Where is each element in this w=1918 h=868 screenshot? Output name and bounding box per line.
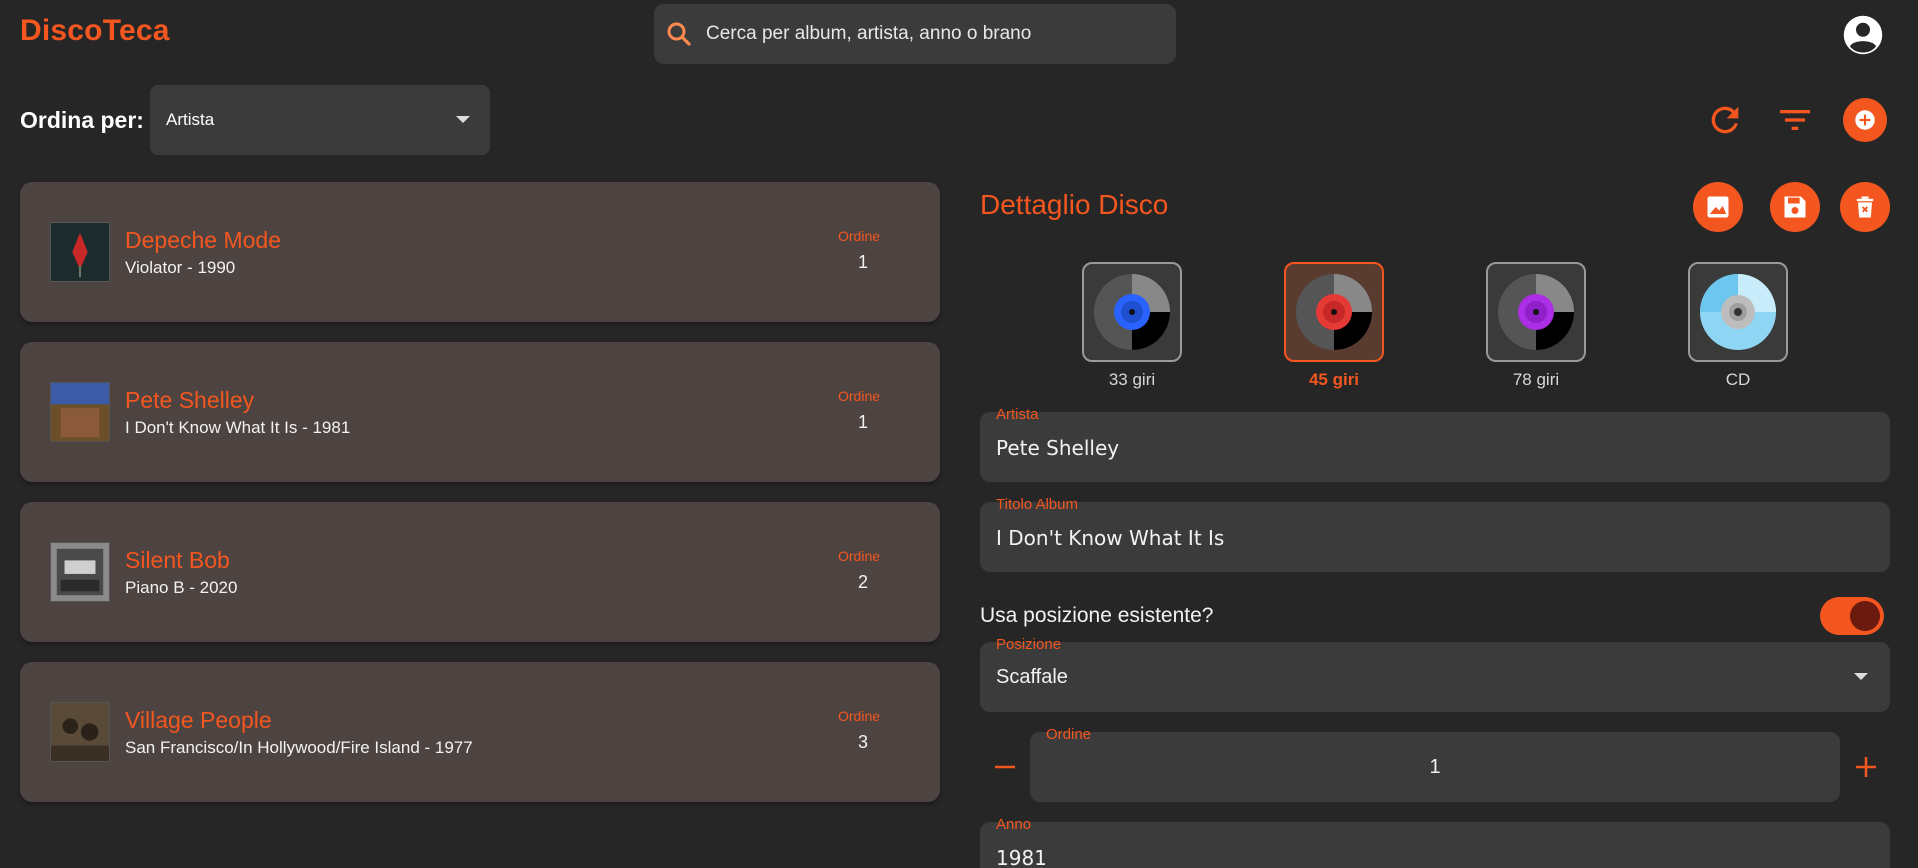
position-select-value: Scaffale	[996, 666, 1068, 688]
list-item-artist: Village People	[125, 707, 272, 733]
vinyl-icon	[1498, 274, 1574, 350]
album-cover	[50, 382, 110, 442]
format-label: 78 giri	[1512, 370, 1560, 389]
image-icon	[1707, 196, 1729, 218]
existing-position-toggle[interactable]	[1820, 597, 1884, 635]
add-record-button[interactable]	[1843, 98, 1887, 142]
save-button[interactable]	[1770, 182, 1820, 232]
year-field-value[interactable]: 1981	[996, 846, 1047, 868]
order-stepper-label: Ordine	[1046, 726, 1092, 743]
list-item-subtitle: Piano B - 2020	[125, 578, 238, 597]
list-item-order-value: 1	[858, 252, 869, 272]
format-option-cd[interactable]: CD	[1688, 262, 1788, 390]
position-select[interactable]: Posizione Scaffale	[980, 636, 1890, 712]
minus-icon	[995, 765, 1015, 769]
order-stepper[interactable]: Ordine 1	[1030, 726, 1840, 802]
account-icon[interactable]	[1842, 14, 1884, 56]
album-cover	[50, 702, 110, 762]
artist-field-label: Artista	[996, 406, 1039, 423]
artist-field-value[interactable]: Pete Shelley	[996, 436, 1119, 460]
album-cover	[50, 222, 110, 282]
search-input[interactable]	[706, 23, 1146, 45]
format-option-33[interactable]: 33 giri	[1082, 262, 1182, 390]
album-title-field[interactable]: Titolo Album I Don't Know What It Is	[980, 496, 1890, 572]
add-icon	[1855, 110, 1875, 130]
year-field-label: Anno	[996, 816, 1032, 833]
list-item-order-value: 2	[858, 572, 869, 592]
list-item[interactable]: Silent Bob Piano B - 2020 Ordine 2	[20, 502, 940, 642]
sort-label: Ordina per:	[20, 107, 144, 133]
detail-title: Dettaglio Disco	[980, 189, 1169, 220]
list-item-order-label: Ordine	[838, 388, 881, 404]
filter-button[interactable]	[1772, 97, 1818, 143]
search-icon	[667, 22, 691, 46]
cd-icon	[1700, 274, 1776, 350]
list-item-subtitle: Violator - 1990	[125, 258, 236, 277]
vinyl-icon	[1296, 274, 1372, 350]
sort-select[interactable]: Artista	[150, 85, 490, 155]
list-item-order-label: Ordine	[838, 228, 881, 244]
delete-button[interactable]	[1840, 182, 1890, 232]
filter-icon	[1780, 110, 1810, 130]
vinyl-icon	[1094, 274, 1170, 350]
list-item-artist: Pete Shelley	[125, 387, 255, 413]
format-label: CD	[1725, 370, 1751, 389]
format-label: 45 giri	[1308, 370, 1360, 389]
album-title-field-value[interactable]: I Don't Know What It Is	[996, 526, 1224, 550]
album-title-field-label: Titolo Album	[996, 496, 1078, 513]
plus-icon	[1856, 757, 1876, 777]
list-item-order-value: 1	[858, 412, 869, 432]
position-select-label: Posizione	[996, 636, 1062, 653]
list-item-subtitle: I Don't Know What It Is - 1981	[125, 418, 351, 437]
list-item[interactable]: Pete Shelley I Don't Know What It Is - 1…	[20, 342, 940, 482]
refresh-button[interactable]	[1702, 97, 1748, 143]
list-item-order-label: Ordine	[838, 548, 881, 564]
list-item-order-value: 3	[858, 732, 869, 752]
list-item[interactable]: Depeche Mode Violator - 1990 Ordine 1	[20, 182, 940, 322]
existing-position-label: Usa posizione esistente?	[980, 604, 1214, 627]
toggle-knob	[1850, 601, 1880, 631]
artist-field[interactable]: Artista Pete Shelley	[980, 406, 1890, 482]
year-field[interactable]: Anno 1981	[980, 816, 1890, 868]
increment-order-button[interactable]	[1851, 752, 1881, 782]
image-button[interactable]	[1693, 182, 1743, 232]
chevron-down-icon	[1854, 673, 1868, 680]
format-option-45[interactable]: 45 giri	[1284, 262, 1384, 390]
list-item-order-label: Ordine	[838, 708, 881, 724]
sort-selected-value: Artista	[166, 110, 215, 129]
decrement-order-button[interactable]	[990, 752, 1020, 782]
list-item[interactable]: Village People San Francisco/In Hollywoo…	[20, 662, 940, 802]
list-item-artist: Silent Bob	[125, 547, 230, 573]
album-cover	[50, 542, 110, 602]
delete-icon	[1856, 196, 1874, 218]
format-label: 33 giri	[1108, 370, 1156, 389]
chevron-down-icon	[456, 116, 470, 123]
list-item-artist: Depeche Mode	[125, 227, 281, 253]
order-stepper-value[interactable]: 1	[1030, 756, 1840, 779]
list-item-subtitle: San Francisco/In Hollywood/Fire Island -…	[125, 738, 473, 757]
format-option-78[interactable]: 78 giri	[1486, 262, 1586, 390]
app-title: DiscoTeca	[20, 14, 170, 47]
search-bar[interactable]	[654, 4, 1176, 64]
refresh-icon	[1711, 106, 1739, 134]
save-icon	[1784, 196, 1806, 218]
